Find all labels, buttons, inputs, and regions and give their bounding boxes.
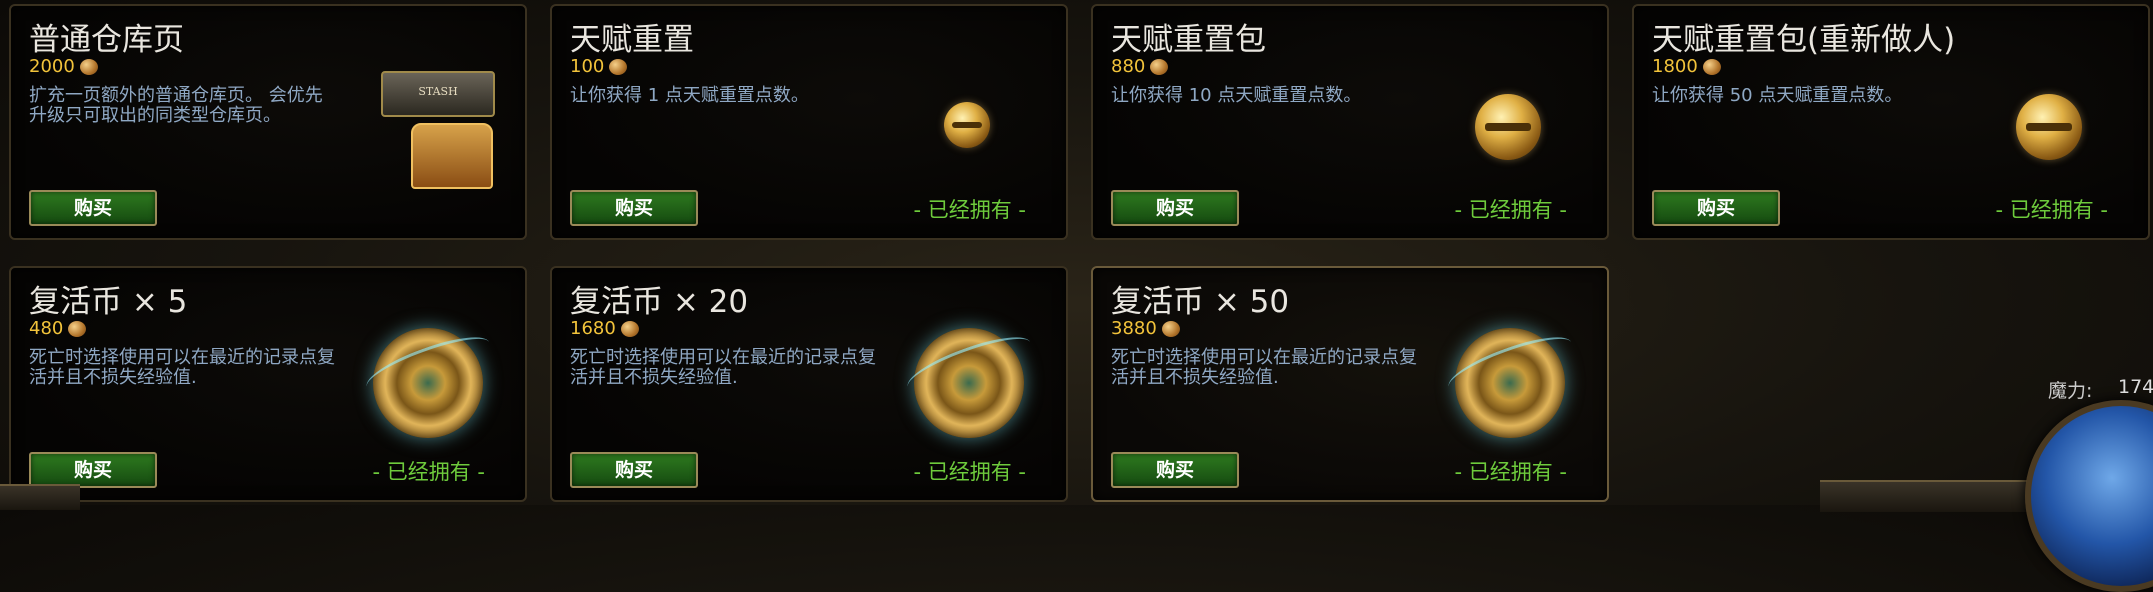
item-price: 100 [570, 56, 628, 77]
coin-icon [1702, 58, 1721, 75]
item-description: 让你获得 1 点天赋重置点数。 [570, 85, 809, 106]
coin-icon [1150, 58, 1169, 75]
shop-item-revive-50[interactable]: 复活币 × 50 3880 死亡时选择使用可以在最近的记录点复活并且不损失经验值… [1091, 266, 1609, 502]
buy-button[interactable]: 购买 [570, 190, 698, 226]
mana-orb-icon [2025, 400, 2153, 592]
buy-button[interactable]: 购买 [1111, 190, 1239, 226]
item-description: 让你获得 50 点天赋重置点数。 [1652, 85, 1903, 106]
coin-icon [1161, 320, 1180, 337]
shop-item-revive-5[interactable]: 复活币 × 5 480 死亡时选择使用可以在最近的记录点复活并且不损失经验值. … [9, 266, 527, 502]
passive-refund-medal-icon [944, 102, 990, 148]
buy-button[interactable]: 购买 [29, 190, 157, 226]
owned-status: - 已经拥有 - [913, 198, 1026, 222]
shop-item-passive-refund[interactable]: 天赋重置 100 让你获得 1 点天赋重置点数。 购买 - 已经拥有 - [550, 4, 1068, 240]
mana-label: 魔力: [2048, 380, 2093, 402]
coin-icon [68, 320, 87, 337]
owned-status: - 已经拥有 - [372, 460, 485, 484]
item-title: 复活币 × 20 [570, 284, 749, 320]
item-price: 1680 [570, 318, 639, 339]
item-description: 死亡时选择使用可以在最近的记录点复活并且不损失经验值. [29, 347, 335, 388]
item-description: 让你获得 10 点天赋重置点数。 [1111, 85, 1362, 106]
owned-status: - 已经拥有 - [913, 460, 1026, 484]
passive-refund-medal-icon [1475, 94, 1541, 160]
shop-item-passive-refund-full[interactable]: 天赋重置包(重新做人) 1800 让你获得 50 点天赋重置点数。 购买 - 已… [1632, 4, 2150, 240]
shop-item-revive-20[interactable]: 复活币 × 20 1680 死亡时选择使用可以在最近的记录点复活并且不损失经验值… [550, 266, 1068, 502]
item-description: 扩充一页额外的普通仓库页。 会优先升级只可取出的同类型仓库页。 [29, 85, 323, 126]
item-description: 死亡时选择使用可以在最近的记录点复活并且不损失经验值. [1111, 347, 1417, 388]
owned-status: - 已经拥有 - [1454, 198, 1567, 222]
shop-item-stash-tab[interactable]: 普通仓库页 2000 扩充一页额外的普通仓库页。 会优先升级只可取出的同类型仓库… [9, 4, 527, 240]
item-title: 复活币 × 5 [29, 284, 188, 320]
item-title: 天赋重置 [570, 22, 694, 58]
item-title: 普通仓库页 [29, 22, 184, 58]
shop-item-passive-refund-pack[interactable]: 天赋重置包 880 让你获得 10 点天赋重置点数。 购买 - 已经拥有 - [1091, 4, 1609, 240]
buy-button[interactable]: 购买 [29, 452, 157, 488]
revive-coin-icon [1455, 328, 1565, 438]
revive-coin-icon [914, 328, 1024, 438]
mana-value: 174/ [2118, 376, 2153, 398]
owned-status: - 已经拥有 - [1454, 460, 1567, 484]
coin-icon [79, 58, 98, 75]
item-price: 3880 [1111, 318, 1180, 339]
buy-button[interactable]: 购买 [570, 452, 698, 488]
buy-button[interactable]: 购买 [1652, 190, 1780, 226]
passive-refund-medal-icon [2016, 94, 2082, 160]
item-title: 天赋重置包(重新做人) [1652, 22, 1956, 58]
coin-icon [609, 58, 628, 75]
item-description: 死亡时选择使用可以在最近的记录点复活并且不损失经验值. [570, 347, 876, 388]
buy-button[interactable]: 购买 [1111, 452, 1239, 488]
owned-status: - 已经拥有 - [1995, 198, 2108, 222]
revive-coin-icon [373, 328, 483, 438]
item-title: 天赋重置包 [1111, 22, 1266, 58]
item-title: 复活币 × 50 [1111, 284, 1290, 320]
item-price: 880 [1111, 56, 1169, 77]
hud-frame-bar [1820, 480, 2030, 512]
item-price: 1800 [1652, 56, 1721, 77]
stash-chest-icon: STASH [371, 61, 501, 191]
hud-frame-left [0, 484, 80, 510]
item-price: 480 [29, 318, 87, 339]
item-price: 2000 [29, 56, 98, 77]
coin-icon [620, 320, 639, 337]
